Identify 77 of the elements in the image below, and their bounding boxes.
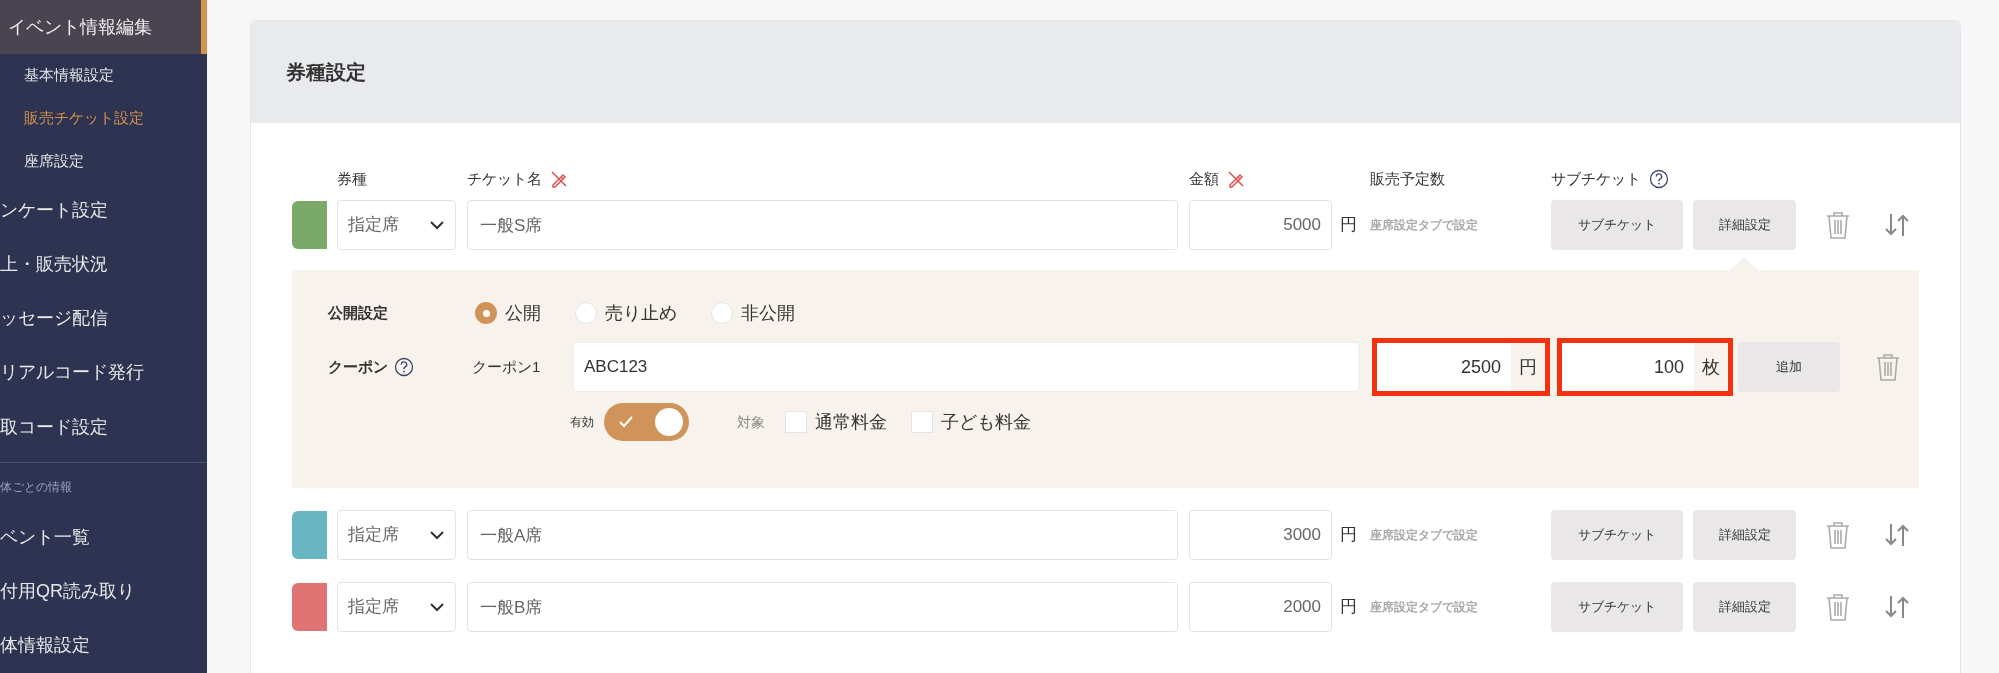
trash-icon	[1824, 592, 1852, 622]
help-icon	[394, 357, 414, 377]
field-label: 対象	[737, 412, 765, 432]
planned-count-note: 座席設定タブで設定	[1370, 217, 1479, 234]
type-select[interactable]: 指定席	[337, 200, 456, 250]
help-icon	[1649, 168, 1669, 189]
unit-label: 円	[1518, 355, 1538, 379]
sidebar-item[interactable]: ッセージ配信	[0, 291, 207, 346]
discount-field[interactable]: 2500 円	[1372, 338, 1550, 396]
radio-label: 売り止め	[605, 301, 677, 325]
quantity-field[interactable]: 100 枚	[1557, 338, 1733, 396]
enabled-toggle[interactable]	[604, 403, 689, 441]
trash-icon	[1874, 352, 1902, 382]
detail-settings-button[interactable]: 詳細設定	[1693, 200, 1796, 250]
required-pencil-icon	[550, 169, 568, 188]
price-field[interactable]: 3000	[1189, 510, 1332, 560]
unit-label: 円	[1340, 524, 1358, 547]
trash-icon	[1824, 520, 1852, 550]
ticket-name-field[interactable]: 一般A席	[467, 510, 1178, 560]
radio-button[interactable]	[575, 302, 597, 324]
column-header: サブチケット	[1551, 168, 1641, 189]
checkbox[interactable]	[911, 411, 933, 433]
radio-button[interactable]	[711, 302, 733, 324]
required-pencil-icon	[1227, 169, 1245, 188]
sidebar-item[interactable]: リアルコード発行	[0, 345, 207, 401]
field-label: クーポン	[328, 356, 388, 377]
chevron-down-icon	[429, 220, 445, 230]
coupon-code-field[interactable]: ABC123	[573, 342, 1359, 392]
check-icon	[618, 415, 634, 429]
detail-settings-button[interactable]: 詳細設定	[1693, 510, 1796, 560]
unit-label: 円	[1340, 596, 1358, 619]
sidebar-item[interactable]: 取コード設定	[0, 400, 207, 455]
sidebar-item[interactable]: ンケート設定	[0, 182, 207, 238]
sidebar-item[interactable]: 上・販売状況	[0, 237, 207, 292]
price-field[interactable]: 5000	[1189, 200, 1332, 250]
radio-label: 公開	[505, 301, 541, 325]
column-header: 券種	[337, 168, 367, 189]
sub-ticket-button[interactable]: サブチケット	[1551, 200, 1683, 250]
field-label: 公開設定	[328, 302, 389, 323]
sort-icon	[1884, 593, 1910, 621]
sidebar-heading: 体ごとの情報	[0, 462, 207, 511]
ticket-name-field[interactable]: 一般S席	[467, 200, 1178, 250]
chevron-down-icon	[429, 530, 445, 540]
detail-settings-button[interactable]: 詳細設定	[1693, 582, 1796, 632]
checkbox[interactable]	[785, 411, 807, 433]
sidebar-item[interactable]: ベント一覧	[0, 510, 207, 565]
radio-button[interactable]	[475, 302, 497, 324]
card-title: 券種設定	[286, 60, 366, 85]
add-button[interactable]: 追加	[1738, 342, 1840, 392]
planned-count-note: 座席設定タブで設定	[1370, 527, 1479, 544]
planned-count-note: 座席設定タブで設定	[1370, 599, 1479, 616]
sidebar-item[interactable]: イベント情報編集	[0, 0, 207, 55]
sub-ticket-button[interactable]: サブチケット	[1551, 510, 1683, 560]
column-header: 金額	[1189, 168, 1219, 189]
column-header: 販売予定数	[1370, 168, 1445, 189]
checkbox-label: 子ども料金	[941, 410, 1031, 434]
sub-ticket-button[interactable]: サブチケット	[1551, 582, 1683, 632]
type-select[interactable]: 指定席	[337, 510, 456, 560]
sidebar-item[interactable]: 基本情報設定	[0, 54, 207, 98]
ticket-name-field[interactable]: 一般B席	[467, 582, 1178, 632]
unit-label: 枚	[1701, 355, 1721, 379]
sidebar-item[interactable]: 販売チケット設定	[0, 97, 207, 141]
sidebar-item[interactable]: 座席設定	[0, 140, 207, 183]
price-field[interactable]: 2000	[1189, 582, 1332, 632]
type-select[interactable]: 指定席	[337, 582, 456, 632]
coupon-name-label: クーポン1	[472, 356, 542, 377]
sort-icon	[1884, 521, 1910, 549]
sidebar-item[interactable]: 体情報設定	[0, 618, 207, 673]
radio-label: 非公開	[741, 301, 795, 325]
chevron-down-icon	[429, 602, 445, 612]
unit-label: 円	[1340, 214, 1358, 237]
checkbox-label: 通常料金	[815, 410, 887, 434]
toggle-label: 有効	[570, 414, 594, 431]
column-header: チケット名	[467, 168, 542, 189]
sort-icon	[1884, 211, 1910, 239]
sidebar-item[interactable]: 付用QR読み取り	[0, 564, 207, 619]
trash-icon	[1824, 210, 1852, 240]
